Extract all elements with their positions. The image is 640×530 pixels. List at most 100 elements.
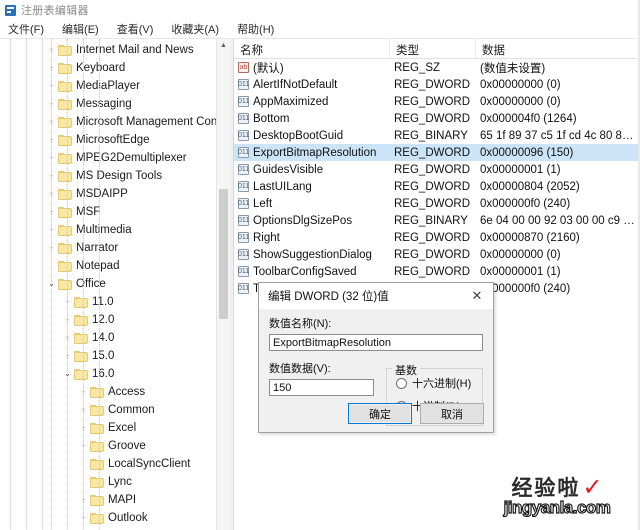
tree-item-localsyncclient[interactable]: LocalSyncClient [0, 455, 216, 473]
tree-item-messaging[interactable]: › Messaging [0, 95, 216, 113]
value-name-input[interactable] [269, 334, 483, 351]
folder-icon [58, 278, 72, 290]
menu-view[interactable]: 查看(V) [115, 20, 156, 38]
string-value-icon: ab [238, 62, 249, 73]
table-row[interactable]: ab (默认) REG_SZ (数值未设置) [234, 59, 640, 76]
menu-bar: 文件(F) 编辑(E) 查看(V) 收藏夹(A) 帮助(H) [0, 20, 640, 39]
tree-item-label: Messaging [76, 98, 132, 110]
folder-icon [58, 134, 72, 146]
tree-indent-guide [83, 39, 84, 530]
tree-vertical-scrollbar[interactable]: ▲ [216, 39, 230, 530]
tree-item-microsoft-management-conso[interactable]: › Microsoft Management Conso [0, 113, 216, 131]
menu-file[interactable]: 文件(F) [6, 20, 46, 38]
cell-data: 0x00000804 (2052) [480, 180, 580, 193]
column-header-data[interactable]: 数据 [476, 39, 640, 58]
value-list-header: 名称 类型 数据 [234, 39, 640, 59]
tree-item-groove[interactable]: › Groove [0, 437, 216, 455]
tree-item-notepad[interactable]: Notepad [0, 257, 216, 275]
cell-data: 0x00000096 (150) [480, 146, 574, 159]
table-row[interactable]: 011 AlertIfNotDefault REG_DWORD 0x00000000 … [234, 76, 640, 93]
cell-name: Left [253, 197, 273, 210]
table-row[interactable]: 011 Right REG_DWORD 0x00000870 (2160) [234, 229, 640, 246]
cell-data: 0x000004f0 (1264) [480, 112, 577, 125]
menu-edit[interactable]: 编辑(E) [60, 20, 101, 38]
dword-value-icon: 011 [238, 79, 250, 90]
scrollbar-thumb[interactable] [219, 189, 228, 319]
tree-item-label: 16.0 [92, 368, 115, 380]
menu-help[interactable]: 帮助(H) [235, 20, 276, 38]
tree-item-office[interactable]: ⌄ Office [0, 275, 216, 293]
base-group-label: 基数 [392, 362, 420, 378]
cell-data: 0x00000000 (0) [480, 248, 561, 261]
registry-tree[interactable]: › Internet Mail and News › Keyboard › MediaPl… [0, 39, 216, 530]
folder-icon [58, 170, 72, 182]
tree-item-label: MediaPlayer [76, 80, 140, 92]
table-row[interactable]: 011 GuidesVisible REG_DWORD 0x00000001 (1) [234, 161, 640, 178]
table-row[interactable]: 011 OptionsDlgSizePos REG_BINARY 6e 04 00 0… [234, 212, 640, 229]
tree-item-11-0[interactable]: › 11.0 [0, 293, 216, 311]
column-header-name[interactable]: 名称 [234, 39, 390, 58]
tree-item-label: MSF [76, 206, 101, 218]
tree-item-internet-mail-and-news[interactable]: › Internet Mail and News [0, 41, 216, 59]
tree-item-keyboard[interactable]: › Keyboard [0, 59, 216, 77]
tree-item-label: 12.0 [92, 314, 115, 326]
cell-data: 0x00000000 (0) [480, 78, 561, 91]
tree-item-outlook[interactable]: › Outlook [0, 509, 216, 527]
tree-item-mapi[interactable]: › MAPI [0, 491, 216, 509]
cell-data: 0x00000001 (1) [480, 163, 561, 176]
table-row[interactable]: 011 ToolbarConfigSaved REG_DWORD 0x00000001… [234, 263, 640, 280]
tree-item-narrator[interactable]: › Narrator [0, 239, 216, 257]
cell-type: REG_SZ [394, 61, 441, 74]
dialog-buttons: 确定 取消 [348, 403, 484, 424]
cell-name: (默认) [253, 62, 284, 75]
tree-item-common[interactable]: › Common [0, 401, 216, 419]
tree-item-mediaplayer[interactable]: › MediaPlayer [0, 77, 216, 95]
cell-name: LastUILang [253, 180, 312, 193]
column-header-type[interactable]: 类型 [390, 39, 476, 58]
tree-item-16-0[interactable]: ⌄ 16.0 [0, 365, 216, 383]
cancel-button[interactable]: 取消 [420, 403, 484, 424]
tree-item-label: Lync [108, 476, 132, 488]
tree-item-lync[interactable]: Lync [0, 473, 216, 491]
radio-hexadecimal-mark[interactable] [396, 377, 407, 389]
tree-item-15-0[interactable]: › 15.0 [0, 347, 216, 365]
tree-item-12-0[interactable]: › 12.0 [0, 311, 216, 329]
tree-item-label: Excel [108, 422, 137, 434]
tree-item-excel[interactable]: › Excel [0, 419, 216, 437]
radio-hexadecimal-label: 十六进制(H) [412, 378, 472, 390]
table-row[interactable]: 011 Bottom REG_DWORD 0x000004f0 (1264) [234, 110, 640, 127]
menu-favorites[interactable]: 收藏夹(A) [169, 20, 221, 38]
registry-icon [5, 4, 16, 16]
tree-item-multimedia[interactable]: › Multimedia [0, 221, 216, 239]
tree-item-microsoftedge[interactable]: › MicrosoftEdge [0, 131, 216, 149]
folder-icon [58, 152, 72, 164]
binary-value-icon: 011 [238, 215, 250, 226]
registry-tree-pane[interactable]: › Internet Mail and News › Keyboard › MediaPl… [0, 39, 216, 530]
table-row[interactable]: 011 ShowSuggestionDialog REG_DWORD 0x000000… [234, 246, 640, 263]
ok-button[interactable]: 确定 [348, 403, 412, 424]
tree-item-msdaipp[interactable]: › MSDAIPP [0, 185, 216, 203]
tree-item-access[interactable]: › Access [0, 383, 216, 401]
scroll-up-icon[interactable]: ▲ [217, 39, 230, 52]
value-data-input[interactable] [269, 379, 374, 396]
table-row[interactable]: 011 Left REG_DWORD 0x000000f0 (240) [234, 195, 640, 212]
dword-value-icon: 011 [238, 249, 250, 260]
tree-item-14-0[interactable]: › 14.0 [0, 329, 216, 347]
folder-icon [90, 386, 104, 398]
value-data-label: 数值数据(V): [269, 363, 331, 375]
table-row[interactable]: 011 ExportBitmapResolution REG_DWORD 0x0000… [234, 144, 640, 161]
tree-indent-guide [26, 39, 27, 530]
table-row[interactable]: 011 AppMaximized REG_DWORD 0x00000000 (0) [234, 93, 640, 110]
close-icon[interactable]: ✕ [465, 285, 489, 307]
tree-item-ms-design-tools[interactable]: › MS Design Tools [0, 167, 216, 185]
table-row[interactable]: 011 LastUILang REG_DWORD 0x00000804 (2052) [234, 178, 640, 195]
tree-item-msf[interactable]: › MSF [0, 203, 216, 221]
folder-icon [74, 350, 88, 362]
cell-data: 0x000000f0 (240) [480, 197, 571, 210]
folder-icon [58, 224, 72, 236]
value-list-body[interactable]: ab (默认) REG_SZ (数值未设置) 011 AlertIfNotDefault R… [234, 59, 640, 297]
folder-icon [90, 512, 104, 524]
tree-item-mpeg2demultiplexer[interactable]: › MPEG2Demultiplexer [0, 149, 216, 167]
cell-type: REG_DWORD [394, 180, 471, 193]
table-row[interactable]: 011 DesktopBootGuid REG_BINARY 65 1f 89 37 … [234, 127, 640, 144]
